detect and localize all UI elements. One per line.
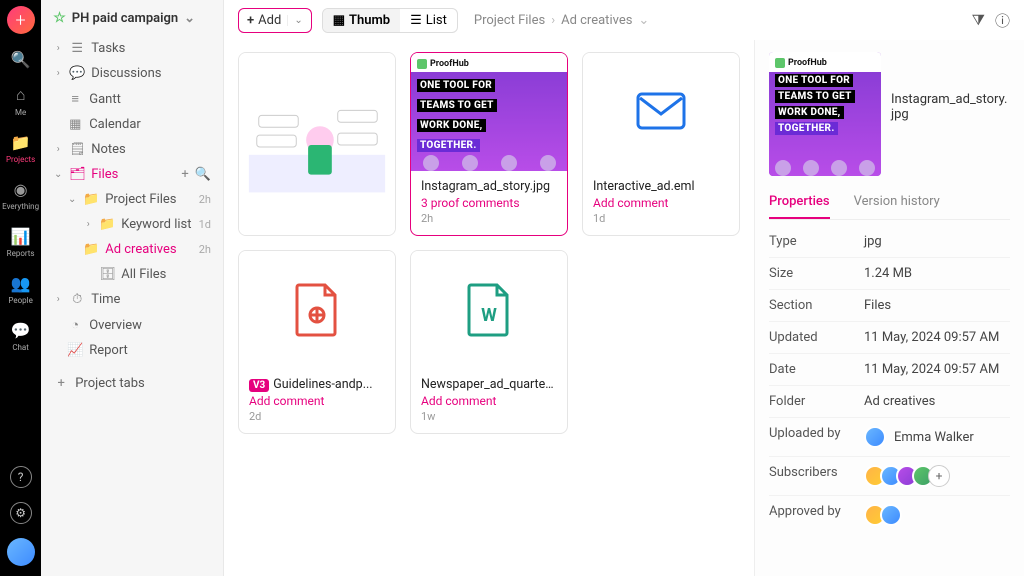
svg-text:W: W — [481, 305, 497, 326]
global-add-button[interactable]: + — [7, 6, 35, 34]
settings-icon[interactable]: ⚙ — [10, 502, 32, 524]
project-title[interactable]: ☆ PH paid campaign ⌄ — [49, 10, 215, 26]
details-panel: ProofHub ONE TOOL FOR TEAMS TO GET WORK … — [754, 40, 1024, 576]
file-action[interactable]: Add comment — [593, 196, 729, 210]
view-thumb[interactable]: ▦Thumb — [323, 9, 400, 32]
rail-search[interactable]: 🔍 — [10, 48, 32, 70]
file-action[interactable]: Add comment — [249, 394, 385, 408]
file-card[interactable]: 2 ProofHub ONE TOOL FOR TEAMS TO GET WOR… — [410, 52, 568, 236]
details-tabs: Properties Version history — [769, 186, 1010, 220]
star-icon[interactable]: ☆ — [53, 10, 66, 26]
file-time: 1d — [593, 212, 729, 225]
tab-version-history[interactable]: Version history — [854, 186, 940, 219]
nav-discussions[interactable]: ›💬Discussions — [49, 61, 215, 86]
user-avatar[interactable] — [7, 538, 35, 566]
rail-reports[interactable]: 📊Reports — [7, 225, 35, 258]
file-name: Interactive_ad.eml — [593, 179, 729, 194]
rail-chat[interactable]: 💬Chat — [10, 319, 32, 352]
add-file-icon[interactable]: + — [181, 167, 188, 182]
prop-val-size: 1.24 MB — [864, 266, 1010, 281]
file-thumbnail: W — [411, 251, 567, 369]
file-card[interactable]: Interactive_ad.eml Add comment 1d — [582, 52, 740, 236]
nav-notes[interactable]: ›🗒Notes — [49, 137, 215, 162]
add-subscriber-button[interactable]: + — [928, 465, 950, 487]
file-card[interactable]: W Newspaper_ad_quarter... Add comment 1w — [410, 250, 568, 434]
breadcrumb: Project Files › Ad creatives ⌄ — [474, 13, 649, 28]
help-icon[interactable]: ? — [10, 466, 32, 488]
file-name: Newspaper_ad_quarter... — [421, 377, 557, 392]
file-thumbnail — [239, 251, 395, 369]
filter-icon[interactable]: ⧩ — [972, 11, 985, 29]
crumb-ad-creatives[interactable]: Ad creatives — [561, 13, 632, 28]
prop-key-type: Type — [769, 234, 864, 249]
nav-ad-creatives[interactable]: 📁Ad creatives2h — [49, 237, 215, 262]
info-icon[interactable]: ⓘ — [995, 10, 1010, 31]
file-time: 1w — [421, 410, 557, 423]
prop-key-subscribers: Subscribers — [769, 465, 864, 487]
file-thumbnail — [583, 53, 739, 171]
prop-val-date: 11 May, 2024 09:57 AM — [864, 362, 1010, 377]
file-time: 2h — [421, 212, 557, 225]
avatar — [880, 504, 902, 526]
view-toggle: ▦Thumb ☰List — [322, 8, 458, 33]
nav-report[interactable]: 📈Report — [49, 338, 215, 363]
file-action[interactable]: 3 proof comments — [421, 196, 557, 210]
rail-projects[interactable]: 📁Projects — [6, 131, 35, 164]
file-grid-area: Popup_ad.png Proof this file 2h 2 ProofH… — [224, 40, 754, 576]
project-sidebar: ☆ PH paid campaign ⌄ ›☰Tasks ›💬Discussio… — [41, 0, 224, 576]
avatar — [864, 426, 886, 448]
crumb-project-files[interactable]: Project Files — [474, 13, 545, 28]
topbar: +Add⌄ ▦Thumb ☰List Project Files › Ad cr… — [224, 0, 1024, 40]
list-icon: ☰ — [410, 13, 422, 28]
grid-icon: ▦ — [333, 13, 345, 28]
prop-val-subscribers: + — [864, 465, 1010, 487]
nav-keyword-list[interactable]: ›📁Keyword list1d — [49, 212, 215, 237]
file-card[interactable]: V3Guidelines-andp... Add comment 2d — [238, 250, 396, 434]
details-thumbnail: ProofHub ONE TOOL FOR TEAMS TO GET WORK … — [769, 52, 881, 176]
view-list[interactable]: ☰List — [400, 9, 457, 32]
prop-val-section: Files — [864, 298, 1010, 313]
prop-key-size: Size — [769, 266, 864, 281]
nav-project-tabs[interactable]: +Project tabs — [49, 371, 215, 396]
left-rail: + 🔍 ⌂Me 📁Projects ◉Everything 📊Reports 👥… — [0, 0, 41, 576]
prop-val-uploaded: Emma Walker — [864, 426, 1010, 448]
prop-val-folder: Ad creatives — [864, 394, 1010, 409]
file-name: Instagram_ad_story.jpg — [421, 179, 557, 194]
add-button[interactable]: +Add⌄ — [238, 8, 312, 33]
nav-gantt[interactable]: ≡Gantt — [49, 86, 215, 112]
prop-val-approved — [864, 504, 1010, 526]
prop-key-folder: Folder — [769, 394, 864, 409]
rail-everything[interactable]: ◉Everything — [2, 178, 39, 211]
file-thumbnail: ProofHub ONE TOOL FOR TEAMS TO GET WORK … — [411, 53, 567, 171]
nav-all-files[interactable]: 🗄All Files — [49, 262, 215, 287]
file-thumbnail — [239, 53, 395, 235]
chevron-down-icon[interactable]: ⌄ — [638, 13, 649, 28]
version-badge: V3 — [249, 379, 269, 392]
file-time: 2d — [249, 410, 385, 423]
nav-overview[interactable]: ◔Overview — [49, 312, 215, 338]
rail-me[interactable]: ⌂Me — [10, 84, 32, 117]
nav-tasks[interactable]: ›☰Tasks — [49, 36, 215, 61]
rail-people[interactable]: 👥People — [8, 272, 32, 305]
prop-key-date: Date — [769, 362, 864, 377]
file-name: V3Guidelines-andp... — [249, 377, 385, 392]
nav-calendar[interactable]: ▦Calendar — [49, 112, 215, 137]
prop-key-section: Section — [769, 298, 864, 313]
file-action[interactable]: Add comment — [421, 394, 557, 408]
main-area: +Add⌄ ▦Thumb ☰List Project Files › Ad cr… — [224, 0, 1024, 576]
nav-project-files[interactable]: ⌄📁Project Files2h — [49, 187, 215, 212]
tab-properties[interactable]: Properties — [769, 186, 830, 219]
nav-files[interactable]: ⌄🗂Files+🔍 — [49, 162, 215, 187]
prop-key-uploaded: Uploaded by — [769, 426, 864, 448]
prop-key-approved: Approved by — [769, 504, 864, 526]
search-files-icon[interactable]: 🔍 — [195, 167, 211, 182]
chevron-down-icon[interactable]: ⌄ — [287, 15, 302, 26]
file-card[interactable]: Popup_ad.png Proof this file 2h — [238, 52, 396, 236]
prop-key-updated: Updated — [769, 330, 864, 345]
prop-val-updated: 11 May, 2024 09:57 AM — [864, 330, 1010, 345]
prop-val-type: jpg — [864, 234, 1010, 249]
details-filename: Instagram_ad_story.jpg — [891, 52, 1010, 122]
nav-time[interactable]: ›⏱Time — [49, 287, 215, 312]
